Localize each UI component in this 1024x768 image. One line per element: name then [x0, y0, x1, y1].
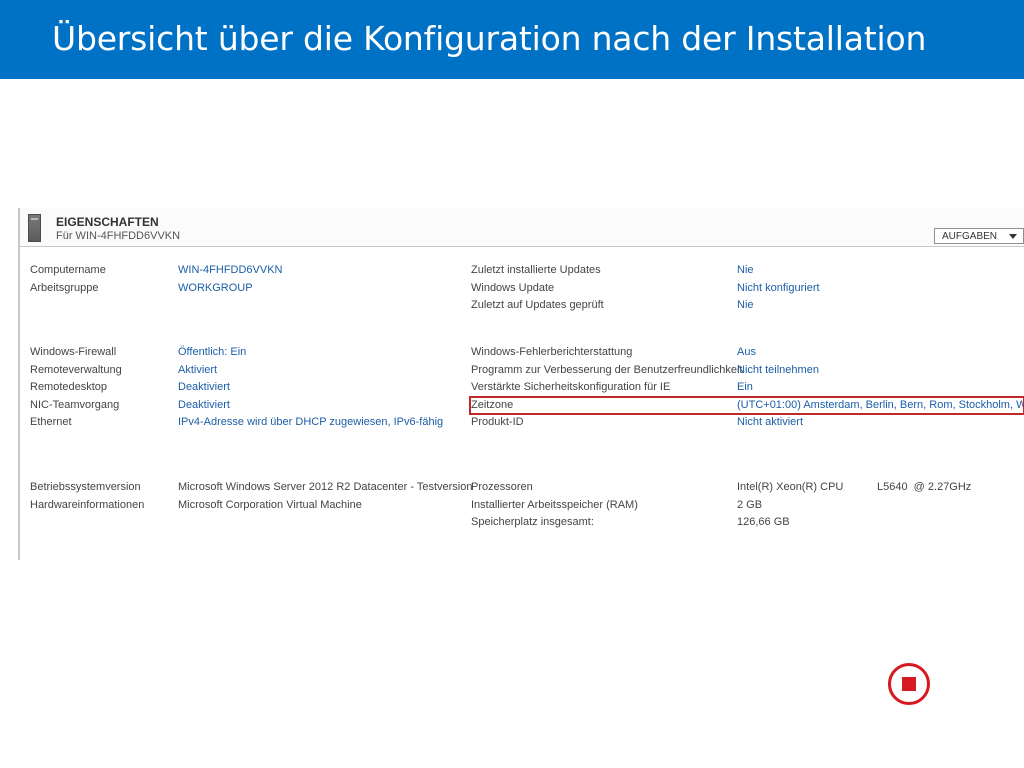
right-property-label: Speicherplatz insgesamt:	[471, 516, 594, 528]
left-property-value-link[interactable]: Aktiviert	[178, 363, 217, 377]
left-property-label: NIC-Teamvorgang	[30, 398, 120, 411]
left-property-label: Hardwareinformationen	[30, 498, 145, 511]
panel-subtitle: Für WIN-4FHFDD6VVKN	[56, 230, 181, 242]
left-property-value-link[interactable]: IPv4-Adresse wird über DHCP zugewiesen, …	[178, 415, 443, 429]
panel-header: EIGENSCHAFTEN Für WIN-4FHFDD6VVKN AUFGAB…	[20, 208, 1024, 247]
left-property-value-link[interactable]: WIN-4FHFDD6VVKN	[178, 263, 283, 277]
left-property-value-link[interactable]: Deaktiviert	[178, 380, 230, 394]
right-property-label: Zuletzt installierte Updates	[471, 264, 601, 276]
stop-icon	[902, 677, 916, 691]
left-property-label: Arbeitsgruppe	[30, 281, 99, 294]
left-property-label: Remoteverwaltung	[30, 363, 122, 376]
right-property-label: Windows Update	[471, 281, 555, 294]
slide-title: Übersicht über die Konfiguration nach de…	[52, 19, 927, 58]
properties-panel: EIGENSCHAFTEN Für WIN-4FHFDD6VVKN AUFGAB…	[18, 208, 1024, 560]
right-property-value: 2 GB	[737, 498, 763, 511]
left-property-value: Microsoft Windows Server 2012 R2 Datacen…	[178, 481, 473, 493]
left-property-label: Windows-Firewall	[30, 346, 117, 358]
left-property-value: Microsoft Corporation Virtual Machine	[178, 498, 362, 511]
panel-title: EIGENSCHAFTEN	[56, 215, 159, 229]
left-property-label: Remotedesktop	[30, 381, 108, 393]
right-property-value-link[interactable]: Nicht konfiguriert	[737, 281, 820, 295]
right-property-value-link[interactable]: Nicht teilnehmen	[737, 363, 819, 377]
left-property-value-link[interactable]: Deaktiviert	[178, 398, 230, 412]
stop-button[interactable]	[888, 663, 930, 705]
left-property-label: Betriebssystemversion	[30, 481, 141, 493]
right-property-value: 126,66 GB	[737, 516, 790, 528]
right-property-label: Produkt-ID	[471, 416, 524, 428]
slide-title-bar: Übersicht über die Konfiguration nach de…	[0, 0, 1024, 79]
right-property-value-link[interactable]: Ein	[737, 380, 753, 394]
right-property-label: Zuletzt auf Updates geprüft	[471, 299, 604, 311]
server-icon	[28, 214, 41, 242]
right-property-value: Intel(R) Xeon(R) CPU L5640 @ 2.27GHz	[737, 481, 972, 493]
right-property-value-link[interactable]: Nicht aktiviert	[737, 415, 803, 429]
right-property-value-link[interactable]: Nie	[737, 263, 754, 277]
timezone-highlight-box	[469, 396, 1024, 415]
left-property-label: Computername	[30, 264, 106, 276]
right-property-value-link[interactable]: Nie	[737, 298, 754, 312]
left-property-value-link[interactable]: WORKGROUP	[178, 281, 253, 295]
right-property-label: Windows-Fehlerberichterstattung	[471, 346, 633, 358]
right-property-label: Programm zur Verbesserung der Benutzerfr…	[471, 363, 743, 376]
right-property-label: Installierter Arbeitsspeicher (RAM)	[471, 498, 638, 511]
left-property-label: Ethernet	[30, 416, 72, 428]
chevron-down-icon	[1009, 234, 1017, 239]
tasks-label: AUFGABEN	[942, 231, 998, 242]
right-property-value-link[interactable]: Aus	[737, 345, 756, 359]
tasks-dropdown-button[interactable]: AUFGABEN	[934, 228, 1024, 244]
right-property-label: Verstärkte Sicherheitskonfiguration für …	[471, 381, 671, 393]
right-property-label: Prozessoren	[471, 481, 533, 493]
left-property-value-link[interactable]: Öffentlich: Ein	[178, 345, 246, 359]
